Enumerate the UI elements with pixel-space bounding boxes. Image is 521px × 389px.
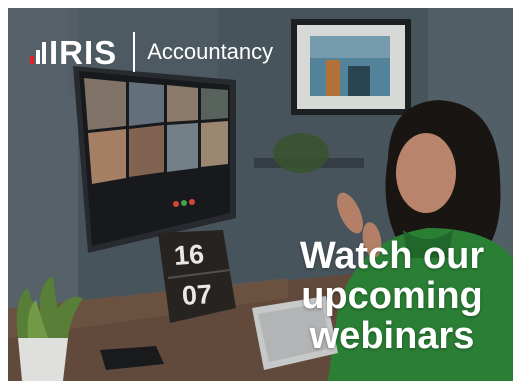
brand-logo[interactable]: IRIS Accountancy	[30, 32, 273, 72]
calendar-month-text: 07	[180, 278, 214, 312]
headline-line-1: Watch our	[299, 235, 485, 277]
logo-bars-icon	[30, 40, 46, 64]
headline[interactable]: Watch our upcoming webinars	[272, 236, 512, 356]
headline-line-2: upcoming	[301, 275, 483, 317]
webinar-banner[interactable]: 16 07 IRIS Accountancy Watch our upcomin…	[8, 8, 513, 381]
brand-product-name: Accountancy	[147, 39, 274, 64]
headline-line-3: webinars	[309, 315, 475, 357]
logo-divider	[133, 32, 136, 72]
brand-name: IRIS	[49, 33, 118, 71]
calendar-day-text: 16	[172, 238, 206, 272]
